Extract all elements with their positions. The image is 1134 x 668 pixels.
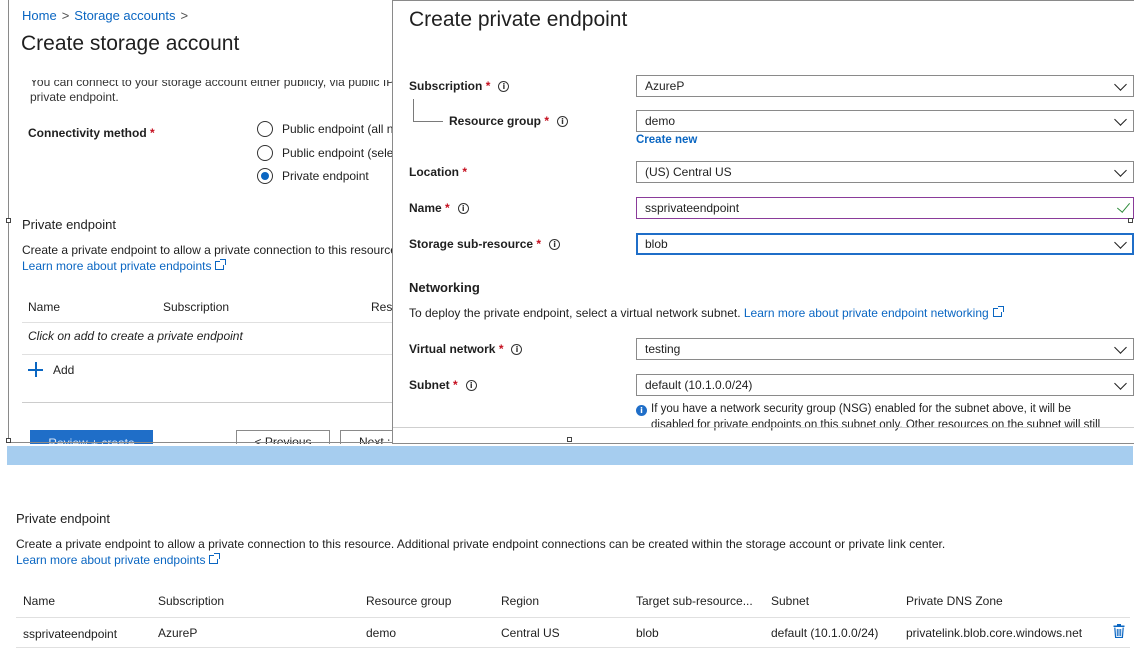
create-new-link[interactable]: Create new (636, 134, 697, 146)
blade-title: Create private endpoint (409, 8, 628, 31)
cell-resource-group: demo (366, 626, 397, 640)
chevron-down-icon (1114, 164, 1127, 177)
label-text: Subnet (409, 378, 450, 392)
cell-subscription: AzureP (158, 626, 198, 640)
divider (16, 617, 1130, 618)
nsg-note: i If you have a network security group (N… (636, 401, 1100, 433)
bottom-learn-more-link[interactable]: Learn more about private endpoints (16, 553, 221, 567)
dropdown-value: testing (645, 342, 681, 356)
chevron-down-icon (1114, 377, 1127, 390)
info-icon[interactable]: i (549, 238, 561, 250)
top-screenshot: Home > Storage accounts > Create storage ac… (0, 0, 1134, 444)
required-mark: * (453, 378, 458, 392)
dropdown-value: AzureP (645, 79, 685, 93)
col-header-subscription: Subscription (158, 594, 225, 608)
bottom-private-endpoint-desc: Create a private endpoint to allow a pri… (16, 537, 946, 551)
chevron-down-icon (1114, 236, 1127, 249)
divider (16, 647, 1130, 648)
name-label: Name * i (409, 201, 469, 215)
virtual-network-dropdown[interactable]: testing (636, 338, 1134, 360)
networking-desc: To deploy the private endpoint, select a… (409, 306, 1004, 320)
col-header-private-dns-zone: Private DNS Zone (906, 594, 1003, 608)
required-mark: * (462, 165, 468, 179)
subnet-dropdown[interactable]: default (10.1.0.0/24) (636, 374, 1134, 396)
info-icon[interactable]: i (465, 379, 477, 391)
label-text: Location (409, 165, 459, 179)
required-mark: * (445, 201, 450, 215)
tree-connector (413, 99, 414, 121)
sub-resource-dropdown[interactable]: blob (636, 233, 1134, 255)
cell-subnet: default (10.1.0.0/24) (771, 626, 879, 640)
label-text: Name (409, 201, 442, 215)
dropdown-value: demo (645, 114, 676, 128)
divider (393, 427, 1134, 428)
sub-resource-label: Storage sub-resource * i (409, 237, 561, 251)
note-line: If you have a network security group (NS… (651, 403, 1071, 415)
required-mark: * (485, 79, 491, 93)
col-header-resource-group: Resource group (366, 594, 452, 608)
name-input[interactable]: ssprivateendpoint (636, 197, 1134, 219)
info-icon[interactable]: i (511, 343, 523, 355)
endpoint-name-link[interactable]: ssprivateendpoint (23, 627, 117, 641)
left-pane-border (8, 0, 392, 443)
resize-handle[interactable] (1128, 218, 1133, 223)
required-mark: * (498, 342, 504, 356)
external-link-icon (209, 553, 221, 564)
trash-icon[interactable] (1113, 624, 1125, 638)
cell-region: Central US (501, 626, 560, 640)
label-text: Subscription (409, 79, 483, 93)
col-header-target-sub-resource: Target sub-resource... (636, 594, 753, 608)
checkmark-icon (1116, 199, 1131, 213)
resource-group-label: Resource group * i (449, 114, 569, 128)
location-label: Location * (409, 165, 467, 179)
bottom-private-endpoint-title: Private endpoint (16, 511, 110, 526)
cell-dns-zone: privatelink.blob.core.windows.net (906, 626, 1083, 640)
cell-target: blob (636, 626, 659, 640)
resource-group-dropdown[interactable]: demo (636, 110, 1134, 132)
resize-handle[interactable] (6, 218, 11, 223)
create-private-endpoint-blade: Create private endpoint Subscription * i … (392, 0, 1134, 444)
info-filled-icon: i (636, 405, 647, 416)
subscription-label: Subscription * i (409, 79, 510, 93)
note-line: disabled for private endpoints on this s… (651, 419, 1101, 431)
dropdown-value: default (10.1.0.0/24) (645, 378, 753, 392)
info-icon[interactable]: i (557, 115, 569, 127)
learn-more-text[interactable]: Learn more about private endpoints (16, 553, 205, 567)
networking-title: Networking (409, 280, 480, 295)
dropdown-value: blob (645, 237, 668, 251)
info-icon[interactable]: i (457, 202, 469, 214)
required-mark: * (544, 114, 550, 128)
chevron-down-icon (1114, 113, 1127, 126)
location-dropdown[interactable]: (US) Central US (636, 161, 1134, 183)
networking-learn-more-link[interactable]: Learn more about private endpoint networ… (744, 306, 989, 320)
subnet-label: Subnet * i (409, 378, 477, 392)
info-icon[interactable]: i (498, 80, 510, 92)
col-header-name: Name (23, 594, 56, 608)
virtual-network-label: Virtual network * i (409, 342, 523, 356)
input-value: ssprivateendpoint (645, 201, 740, 215)
chevron-down-icon (1114, 341, 1127, 354)
chevron-down-icon (1114, 78, 1127, 91)
subscription-dropdown[interactable]: AzureP (636, 75, 1134, 97)
resize-handle[interactable] (6, 438, 11, 443)
label-text: Resource group (449, 114, 542, 128)
col-header-region: Region (501, 594, 540, 608)
dropdown-value: (US) Central US (645, 165, 732, 179)
required-mark: * (536, 237, 542, 251)
external-link-icon (992, 306, 1004, 317)
label-text: Storage sub-resource (409, 237, 534, 251)
section-divider-bar (7, 446, 1133, 465)
col-header-subnet: Subnet (771, 594, 810, 608)
networking-desc-text: To deploy the private endpoint, select a… (409, 306, 741, 320)
label-text: Virtual network (409, 342, 496, 356)
resize-handle[interactable] (567, 437, 572, 442)
tree-connector (413, 121, 443, 122)
